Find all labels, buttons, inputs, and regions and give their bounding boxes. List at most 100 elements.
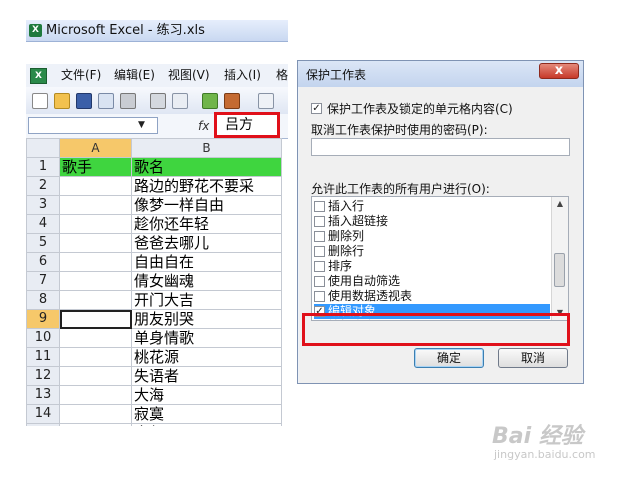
fx-icon[interactable]: fx bbox=[198, 116, 209, 136]
row-header[interactable]: 12 bbox=[26, 366, 60, 386]
row-header[interactable]: 9 bbox=[26, 309, 60, 329]
row-header[interactable]: 7 bbox=[26, 271, 60, 291]
permission-checkbox[interactable] bbox=[314, 276, 325, 287]
cell-a[interactable] bbox=[59, 252, 132, 272]
cell-b1[interactable]: 歌名 bbox=[131, 157, 282, 177]
cell-a1[interactable]: 歌手 bbox=[59, 157, 132, 177]
permission-checkbox[interactable] bbox=[314, 291, 325, 302]
permission-checkbox[interactable] bbox=[314, 216, 325, 227]
cell-a[interactable] bbox=[59, 385, 132, 405]
row-header[interactable]: 6 bbox=[26, 252, 60, 272]
row-header[interactable]: 10 bbox=[26, 328, 60, 348]
column-header-a[interactable]: A bbox=[59, 138, 132, 158]
row-header[interactable]: 11 bbox=[26, 347, 60, 367]
new-document-icon[interactable] bbox=[32, 93, 48, 109]
row-header[interactable]: 4 bbox=[26, 214, 60, 234]
cut-icon[interactable] bbox=[258, 93, 274, 109]
list-item[interactable]: 排序 bbox=[314, 259, 550, 274]
close-icon[interactable]: x bbox=[539, 63, 579, 79]
cell-a[interactable] bbox=[59, 290, 132, 310]
excel-title-bar: X Microsoft Excel - 练习.xls bbox=[26, 20, 288, 42]
permission-checkbox[interactable] bbox=[314, 231, 325, 242]
cell-a[interactable] bbox=[59, 347, 132, 367]
allow-users-label: 允许此工作表的所有用户进行(O): bbox=[311, 182, 490, 196]
spelling-icon[interactable] bbox=[202, 93, 218, 109]
cell-b[interactable]: 朋友别哭 bbox=[131, 309, 282, 329]
cell-b[interactable]: 路边的野花不要采 bbox=[131, 176, 282, 196]
cell-b[interactable]: 开门大吉 bbox=[131, 290, 282, 310]
cell-a[interactable] bbox=[59, 176, 132, 196]
scroll-thumb[interactable] bbox=[554, 253, 565, 287]
row-header[interactable]: 15 bbox=[26, 423, 60, 426]
row-header[interactable]: 8 bbox=[26, 290, 60, 310]
list-item[interactable]: 删除行 bbox=[314, 244, 550, 259]
cell-b[interactable]: 单身情歌 bbox=[131, 328, 282, 348]
select-all-corner[interactable] bbox=[26, 138, 60, 158]
column-header-b[interactable]: B bbox=[131, 138, 282, 158]
name-box-dropdown-icon[interactable]: ▼ bbox=[138, 117, 145, 134]
cell-a[interactable] bbox=[59, 404, 132, 424]
permission-checkbox[interactable] bbox=[314, 201, 325, 212]
cell-a[interactable] bbox=[59, 366, 132, 386]
row-header[interactable]: 5 bbox=[26, 233, 60, 253]
list-item[interactable]: 插入行 bbox=[314, 199, 550, 214]
research-icon[interactable] bbox=[172, 93, 188, 109]
cell-a[interactable] bbox=[59, 195, 132, 215]
password-input[interactable] bbox=[311, 138, 570, 156]
menu-format[interactable]: 格 bbox=[276, 64, 288, 87]
table-row: 14 寂寞 bbox=[26, 404, 282, 424]
formula-input[interactable]: 吕方 bbox=[214, 112, 280, 138]
menu-file[interactable]: 文件(F) bbox=[61, 64, 101, 87]
cell-b[interactable]: 大海 bbox=[131, 385, 282, 405]
table-row: 12 失语者 bbox=[26, 366, 282, 386]
cell-b[interactable]: 趁你还年轻 bbox=[131, 214, 282, 234]
watermark-logo: Bai 经验 bbox=[492, 424, 583, 449]
permission-checkbox[interactable] bbox=[314, 261, 325, 272]
cell-a[interactable] bbox=[59, 214, 132, 234]
cell-a[interactable] bbox=[59, 271, 132, 291]
cell-b[interactable]: 寂寞 bbox=[131, 404, 282, 424]
research-book-icon[interactable] bbox=[224, 93, 240, 109]
cell-b[interactable]: 倩女幽魂 bbox=[131, 271, 282, 291]
cell-b[interactable]: 自由自在 bbox=[131, 252, 282, 272]
cell-b[interactable]: 失语者 bbox=[131, 366, 282, 386]
list-item[interactable]: 删除列 bbox=[314, 229, 550, 244]
cell-a[interactable] bbox=[59, 309, 132, 329]
permission-checkbox[interactable] bbox=[314, 246, 325, 257]
row-header[interactable]: 3 bbox=[26, 195, 60, 215]
row-header[interactable]: 1 bbox=[26, 157, 60, 177]
excel-window: X Microsoft Excel - 练习.xls X 文件(F) 编辑(E)… bbox=[26, 20, 288, 426]
scroll-up-arrow-icon[interactable]: ▲ bbox=[552, 197, 568, 211]
menu-edit[interactable]: 编辑(E) bbox=[114, 64, 155, 87]
cell-b[interactable]: 桃花源 bbox=[131, 347, 282, 367]
cell-a[interactable] bbox=[59, 233, 132, 253]
permission-label: 使用自动筛选 bbox=[328, 274, 401, 288]
cell-b[interactable]: 十年 bbox=[131, 423, 282, 426]
row-header[interactable]: 13 bbox=[26, 385, 60, 405]
row-header[interactable]: 2 bbox=[26, 176, 60, 196]
permissions-list[interactable]: 编辑方案✓编辑对象使用数据透视表使用自动筛选排序删除行删除列插入超链接插入行 ▲… bbox=[311, 196, 569, 321]
cancel-button[interactable]: 取消 bbox=[498, 348, 568, 368]
protect-sheet-option[interactable]: ✓ 保护工作表及锁定的单元格内容(C) bbox=[311, 100, 513, 117]
permission-icon[interactable] bbox=[98, 93, 114, 109]
open-folder-icon[interactable] bbox=[54, 93, 70, 109]
menu-insert[interactable]: 插入(I) bbox=[224, 64, 261, 87]
save-icon[interactable] bbox=[76, 93, 92, 109]
workbook-icon[interactable]: X bbox=[30, 68, 47, 84]
cell-b[interactable]: 像梦一样自由 bbox=[131, 195, 282, 215]
print-preview-icon[interactable] bbox=[150, 93, 166, 109]
list-scrollbar[interactable]: ▲ ▼ bbox=[551, 197, 568, 320]
cell-a[interactable] bbox=[59, 423, 132, 426]
cell-a[interactable] bbox=[59, 328, 132, 348]
protect-sheet-dialog: 保护工作表 x ✓ 保护工作表及锁定的单元格内容(C) 取消工作表保护时使用的密码… bbox=[297, 60, 584, 384]
ok-button[interactable]: 确定 bbox=[414, 348, 484, 368]
protect-sheet-checkbox[interactable]: ✓ bbox=[311, 103, 322, 114]
list-item[interactable]: 使用数据透视表 bbox=[314, 289, 550, 304]
print-icon[interactable] bbox=[120, 93, 136, 109]
row-header[interactable]: 14 bbox=[26, 404, 60, 424]
menu-view[interactable]: 视图(V) bbox=[168, 64, 210, 87]
cell-b[interactable]: 爸爸去哪儿 bbox=[131, 233, 282, 253]
list-item[interactable]: 使用自动筛选 bbox=[314, 274, 550, 289]
list-item[interactable]: 插入超链接 bbox=[314, 214, 550, 229]
formula-bar: ▼ fx 吕方 bbox=[26, 112, 288, 139]
